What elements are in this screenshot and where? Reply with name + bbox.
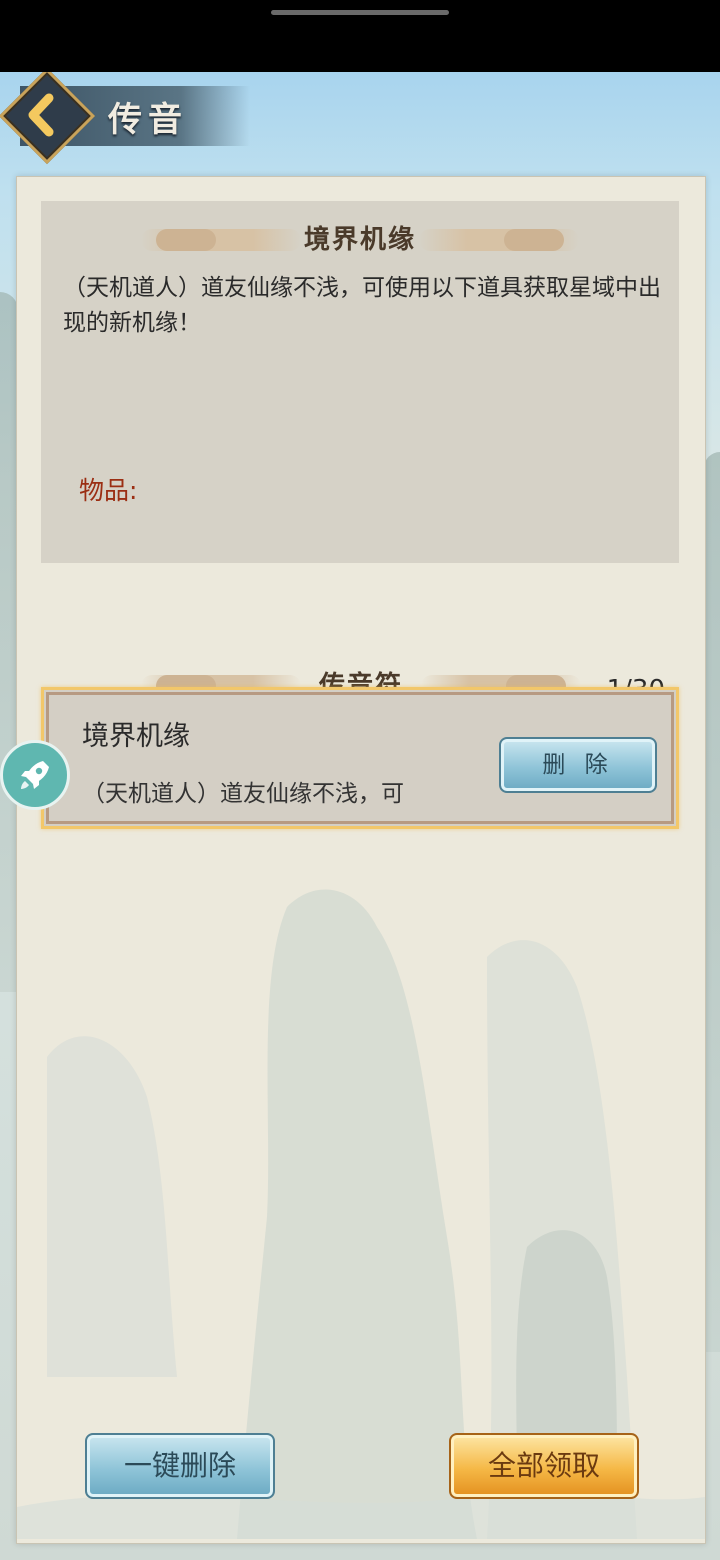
rocket-icon (21, 761, 49, 789)
background-mountain (704, 452, 720, 1352)
items-label: 物品: (79, 476, 138, 505)
floating-shortcut-button[interactable] (0, 740, 70, 810)
message-detail: 境界机缘 （天机道人）道友仙缘不浅，可使用以下道具获取星域中出现的新机缘！ 物品… (41, 201, 679, 563)
message-title: 境界机缘 (82, 721, 190, 752)
detail-body: （天机道人）道友仙缘不浅，可使用以下道具获取星域中出现的新机缘！ (63, 275, 661, 336)
claim-all-button[interactable]: 全部领取 (449, 1433, 639, 1499)
app-screen: 传音 境界机缘 （天机道人）道友仙缘不浅，可使用以下道具获取星域中出现的新机缘！… (0, 72, 720, 1560)
delete-all-button[interactable]: 一键删除 (85, 1433, 275, 1499)
landscape-illustration (17, 889, 705, 1539)
chevron-left-icon[interactable] (19, 90, 69, 140)
message-preview: （天机道人）道友仙缘不浅，可 (82, 781, 404, 807)
message-panel: 境界机缘 （天机道人）道友仙缘不浅，可使用以下道具获取星域中出现的新机缘！ 物品… (16, 176, 706, 1544)
detail-title: 境界机缘 (303, 225, 416, 255)
page-title: 传音 (108, 100, 188, 140)
gesture-pill (271, 10, 449, 15)
delete-button[interactable]: 删 除 (499, 737, 657, 793)
status-bar (0, 0, 720, 72)
